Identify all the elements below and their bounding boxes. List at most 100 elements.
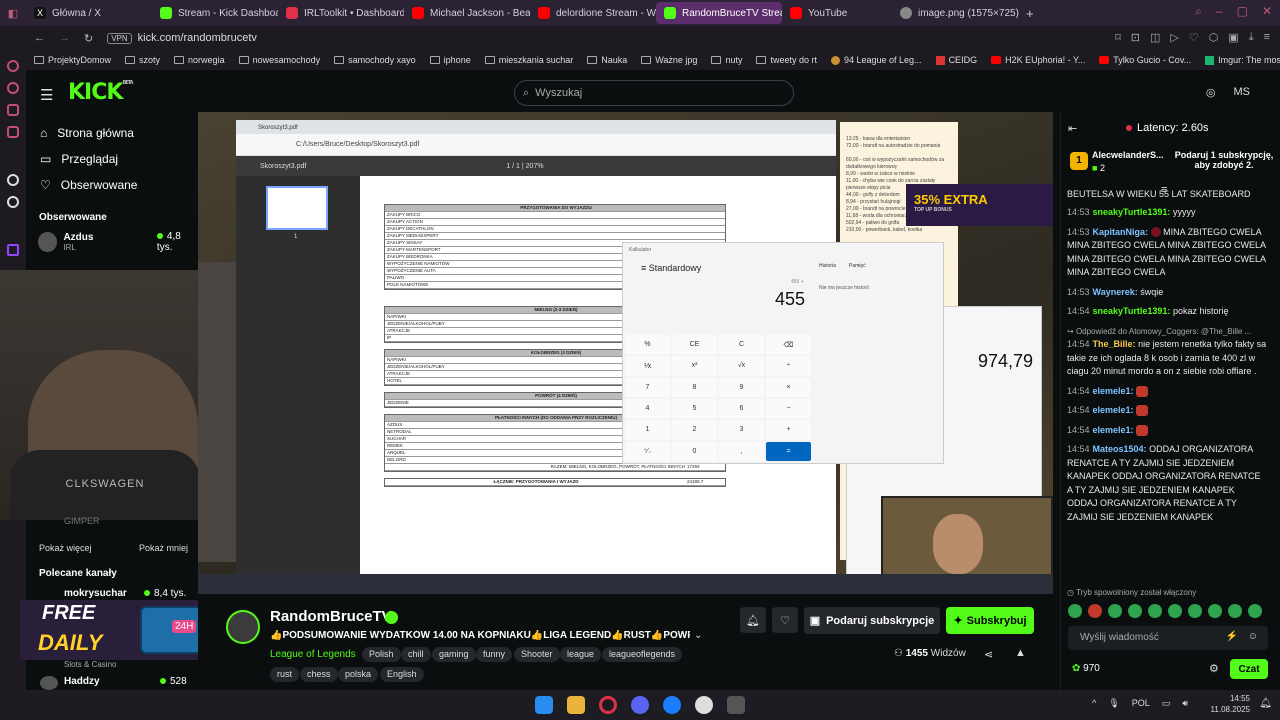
tab-0[interactable]: X Główna / X (26, 2, 152, 24)
message-user[interactable]: elemele1: (1093, 386, 1134, 396)
bookmark-item[interactable]: Imgur: The most a... (1205, 55, 1280, 65)
tag[interactable]: league (560, 647, 602, 662)
tag[interactable]: funny (476, 647, 513, 662)
aria-icon[interactable] (7, 174, 19, 186)
expand-title-icon[interactable]: ⌄ (694, 630, 702, 641)
tab-6[interactable]: YouTube (782, 2, 892, 24)
tag[interactable]: gaming (432, 647, 476, 662)
subscribe-button[interactable]: ✦ Subskrybuj (946, 607, 1034, 634)
show-more-button[interactable]: Pokaż więcej (39, 543, 92, 553)
search-input[interactable]: ⌕ Wyszukaj (514, 80, 794, 106)
tag[interactable]: Shooter (514, 647, 560, 662)
followed-channel[interactable]: Azdus IRL 4,8 tys. (26, 231, 198, 253)
emote-icon[interactable] (1068, 604, 1082, 618)
messenger-icon[interactable] (663, 696, 681, 714)
volume-icon[interactable]: 🔊︎ (1182, 698, 1188, 709)
notification-bell-icon[interactable]: 🔔︎ (1259, 698, 1272, 709)
emote-icon[interactable] (1088, 604, 1102, 618)
file-explorer-icon[interactable] (567, 696, 585, 714)
message-user[interactable]: sneakyTurtle1391: (1093, 207, 1171, 217)
message-user[interactable]: KapitanNiga: (1093, 227, 1149, 237)
bookmark-item[interactable]: Tylko Gucio - Cov... (1099, 55, 1191, 65)
bookmark-item[interactable]: H2K EUphoria! - Y... (991, 55, 1085, 65)
forward-icon[interactable]: → (59, 32, 70, 44)
emote-icon[interactable] (1148, 604, 1162, 618)
mic-icon[interactable]: 🎙︎ (1108, 698, 1119, 709)
extensions-icon[interactable]: ⬡ (1209, 31, 1219, 44)
tray-expand-icon[interactable]: ^ (1092, 698, 1096, 709)
tag[interactable]: rust (270, 667, 300, 682)
message-user[interactable]: Waynerek: (1093, 287, 1138, 297)
tab-1[interactable]: Stream - Kick Dashboard (152, 2, 278, 24)
user-menu[interactable]: MS (1234, 86, 1251, 99)
hamburger-icon[interactable]: ☰ (40, 86, 53, 104)
chrome-icon[interactable] (695, 696, 713, 714)
bookmark-icon[interactable]: ⌑ (1115, 31, 1121, 44)
share-icon[interactable]: ⋖ (984, 648, 993, 661)
bookmark-item[interactable]: ProjektyDomow (34, 55, 111, 65)
notifications-button[interactable]: 🔔︎ (740, 607, 766, 633)
instagram-icon[interactable] (7, 104, 19, 116)
emote-icon[interactable] (1248, 604, 1262, 618)
bookmark-item[interactable]: nuty (711, 55, 742, 65)
emote-icon[interactable] (1228, 604, 1242, 618)
messenger-icon[interactable] (7, 60, 19, 72)
bookmark-item[interactable]: 94 League of Leg... (830, 55, 922, 65)
show-less-button[interactable]: Pokaż mniej (139, 543, 188, 553)
bookmark-item[interactable]: szoty (125, 55, 160, 65)
tag[interactable]: polska (338, 667, 379, 682)
search-tabs-icon[interactable]: ⌕ (1195, 4, 1202, 19)
close-window-icon[interactable]: ✕ (1262, 4, 1272, 19)
bookmark-item[interactable]: iphone (429, 55, 471, 65)
box-icon[interactable]: ▣ (1228, 31, 1238, 44)
report-icon[interactable]: ▲ (1015, 647, 1026, 659)
bookmark-item[interactable]: nowesamochody (238, 55, 320, 65)
channel-points[interactable]: ✿ 970 (1072, 663, 1100, 674)
video-player[interactable]: Skoroszyt3.pdf C:/Users/Bruce/Desktop/Sk… (198, 112, 1053, 594)
twitch-icon[interactable] (7, 244, 19, 256)
bookmark-item[interactable]: samochody xayo (334, 55, 416, 65)
tag[interactable]: Polish (362, 647, 401, 662)
play-icon[interactable]: ▷ (1170, 31, 1178, 44)
stream-category[interactable]: League of Legends (270, 649, 356, 660)
opera-icon[interactable] (599, 696, 617, 714)
emoji-icon[interactable]: ☺ (1248, 631, 1258, 642)
notifications-icon[interactable]: ◎ (1206, 86, 1216, 99)
calculator-icon[interactable] (727, 696, 745, 714)
message-user[interactable]: The_Bille: (1093, 339, 1136, 349)
new-tab-icon[interactable]: + (1022, 6, 1034, 21)
heart-icon[interactable]: ♡ (1189, 31, 1199, 44)
language-indicator[interactable]: POL (1132, 698, 1150, 709)
message-user[interactable]: Mateos1504: (1093, 444, 1147, 454)
whatsapp-icon[interactable] (7, 82, 19, 94)
reload-icon[interactable]: ↻ (84, 32, 93, 45)
minimize-icon[interactable]: – (1216, 4, 1223, 19)
tab-5-active[interactable]: RandomBruceTV Stream✕ (656, 2, 782, 24)
bookmark-item[interactable]: tweety do rt (756, 55, 817, 65)
send-chat-button[interactable]: Czat (1230, 659, 1268, 679)
message-user[interactable]: elemele1: (1093, 405, 1134, 415)
recommended-channel-name[interactable]: Haddzy (64, 676, 100, 687)
bookmark-item[interactable]: mieszkania suchar (484, 55, 573, 65)
tag[interactable]: chill (401, 647, 431, 662)
commands-icon[interactable]: ⚡ (1226, 631, 1238, 642)
gift-subs-button[interactable]: ▣ Podaruj subskrypcje (804, 607, 940, 634)
bookmark-item[interactable]: Nauka (587, 55, 627, 65)
tag[interactable]: chess (300, 667, 338, 682)
emote-icon[interactable] (1168, 604, 1182, 618)
tab-4[interactable]: delordione Stream - Wat... (530, 2, 656, 24)
message-user[interactable]: elemele1: (1093, 425, 1134, 435)
channel-avatar[interactable] (226, 610, 260, 644)
collapse-chat-icon[interactable]: ⇤ (1068, 122, 1077, 135)
opera-menu-icon[interactable]: ◧ (0, 7, 26, 20)
nav-home[interactable]: ⌂ Strona główna (26, 120, 198, 146)
message-user[interactable]: sneakyTurtle1391: (1093, 306, 1171, 316)
nav-browse[interactable]: ▭ Przeglądaj (26, 146, 198, 172)
channel-name[interactable]: RandomBruceTV (270, 608, 392, 625)
tab-7[interactable]: image.png (1575×725) (892, 2, 1022, 24)
emote-icon[interactable] (1208, 604, 1222, 618)
network-icon[interactable]: ▭ (1162, 698, 1171, 709)
chat-input[interactable]: Wyślij wiadomość ⚡ ☺ (1068, 626, 1268, 650)
url-field[interactable]: VPN kick.com/randombrucetv (107, 32, 257, 44)
recommended-channel-name[interactable]: mokrysuchar (64, 588, 127, 599)
